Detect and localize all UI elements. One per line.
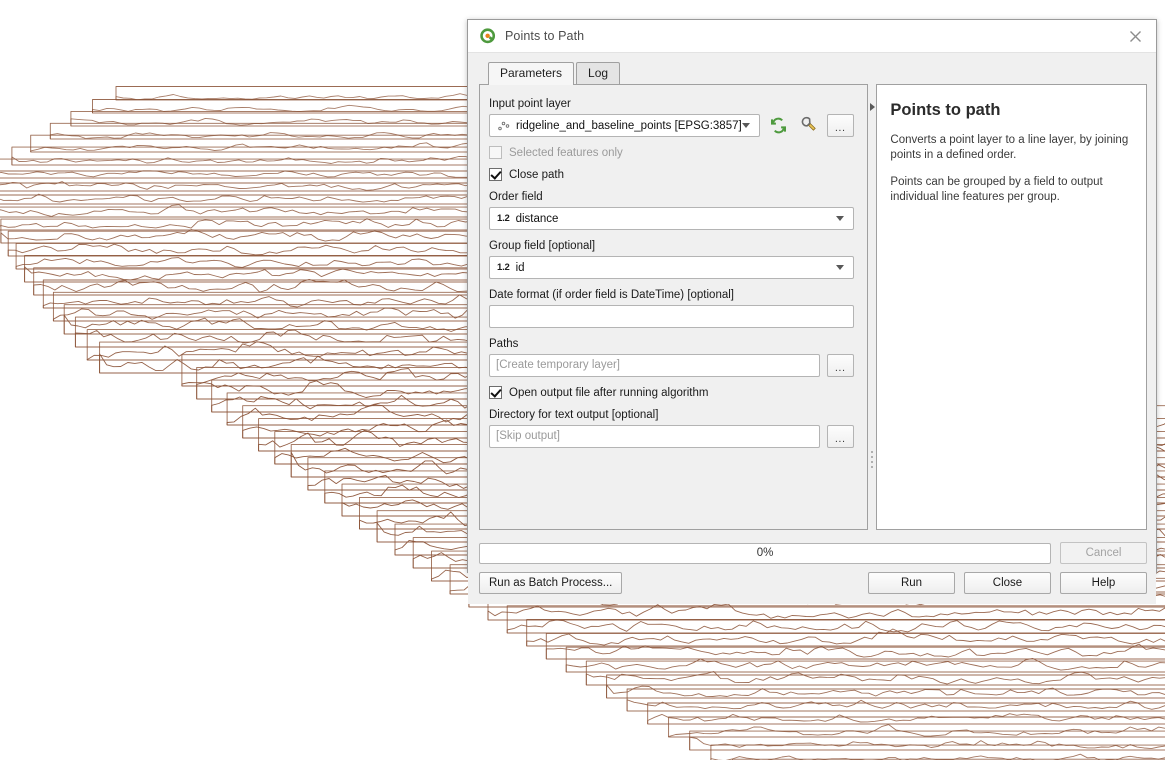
ridgeline-path	[689, 736, 1165, 751]
order-field-value: distance	[515, 212, 559, 225]
chevron-down-icon	[741, 123, 750, 128]
text-output-browse-label: ...	[834, 433, 846, 445]
paths-output-input[interactable]: [Create temporary layer]	[489, 354, 820, 377]
row-open-output-file: Open output file after running algorithm	[489, 386, 854, 399]
help-paragraph-2: Points can be grouped by a field to outp…	[890, 176, 1103, 203]
close-button[interactable]	[1114, 20, 1156, 52]
text-output-directory-input[interactable]: [Skip output]	[489, 425, 820, 448]
ridgeline-path	[606, 684, 1165, 699]
row-selected-features-only: Selected features only	[489, 146, 854, 159]
tab-log[interactable]: Log	[576, 62, 621, 84]
group-field-combo[interactable]: 1.2 id	[489, 256, 854, 279]
closed-path-frame	[585, 660, 1165, 685]
input-point-layer-value: ridgeline_and_baseline_points [EPSG:3857…	[516, 119, 742, 132]
help-title: Points to path	[890, 101, 1001, 119]
ridgeline-path	[487, 603, 1165, 621]
progress-row: 0% Cancel	[479, 542, 1147, 564]
tab-bar: Parameters Log	[488, 62, 868, 85]
run-as-batch-process-button[interactable]: Run as Batch Process...	[479, 572, 623, 594]
row-paths: [Create temporary layer] ...	[489, 354, 854, 377]
input-point-layer-combo[interactable]: ridgeline_and_baseline_points [EPSG:3857…	[489, 114, 760, 137]
screen: Points to Path Parameters Log Input poin…	[0, 0, 1165, 760]
panel-splitter[interactable]	[868, 63, 877, 530]
selected-features-only-label: Selected features only	[509, 146, 623, 159]
iterate-refresh-icon	[770, 117, 786, 134]
chevron-down-icon	[835, 216, 844, 221]
ridgeline-path	[526, 628, 1165, 647]
input-layer-browse-label: ...	[834, 122, 846, 134]
numeric-field-type-icon: 1.2	[497, 213, 510, 224]
dialog-footer: 0% Cancel Run as Batch Process... Run Cl…	[468, 530, 1156, 604]
algorithm-help-panel: Points to path Converts a point layer to…	[876, 84, 1147, 530]
input-layer-browse-button[interactable]: ...	[826, 114, 854, 137]
splitter-grip[interactable]	[871, 451, 874, 468]
dialog-titlebar: Points to Path	[468, 20, 1156, 53]
closed-path-frame	[689, 730, 1165, 750]
order-field-combo[interactable]: 1.2 distance	[489, 207, 854, 230]
close-path-checkbox[interactable]	[489, 168, 502, 181]
close-path-label: Close path	[509, 168, 564, 181]
close-dialog-button[interactable]: Close	[964, 572, 1051, 594]
ridgeline-path	[626, 699, 1165, 712]
label-date-format: Date format (if order field is DateTime)…	[489, 289, 734, 301]
numeric-field-type-icon: 1.2	[497, 262, 510, 273]
splitter-collapse-arrow-icon[interactable]	[869, 103, 875, 111]
row-group-field: 1.2 id	[489, 256, 854, 279]
help-paragraph-1: Converts a point layer to a line layer, …	[890, 134, 1129, 161]
ridgeline-path	[565, 657, 1165, 673]
tab-parameters[interactable]: Parameters	[488, 62, 575, 85]
paths-browse-button[interactable]: ...	[826, 354, 854, 377]
parameters-column: Parameters Log Input point layer ridgeli…	[479, 62, 868, 530]
label-paths: Paths	[489, 338, 519, 350]
text-output-browse-button[interactable]: ...	[826, 425, 854, 448]
row-order-field: 1.2 distance	[489, 207, 854, 230]
row-input-point-layer: ridgeline_and_baseline_points [EPSG:3857…	[489, 114, 854, 137]
row-close-path: Close path	[489, 168, 854, 181]
qgis-logo-icon	[480, 27, 496, 43]
dialog-upper-area: Parameters Log Input point layer ridgeli…	[468, 53, 1156, 530]
date-format-input[interactable]	[489, 305, 854, 328]
ridgeline-path	[585, 671, 1165, 686]
row-date-format	[489, 305, 854, 328]
dialog-title: Points to Path	[505, 29, 585, 43]
wrench-icon	[801, 116, 816, 131]
label-text-output-directory: Directory for text output [optional]	[489, 409, 659, 421]
run-button[interactable]: Run	[868, 572, 955, 594]
ridgeline-path	[506, 619, 1165, 634]
row-text-output-directory: [Skip output] ...	[489, 425, 854, 448]
point-layer-icon	[498, 121, 510, 131]
selected-features-only-checkbox[interactable]	[489, 146, 502, 159]
close-icon	[1129, 30, 1141, 42]
group-field-value: id	[515, 261, 525, 274]
advanced-options-button[interactable]	[797, 114, 820, 137]
dialog-body: Parameters Log Input point layer ridgeli…	[468, 53, 1156, 604]
label-group-field: Group field [optional]	[489, 240, 596, 252]
paths-browse-label: ...	[834, 362, 846, 374]
ridgeline-path	[647, 713, 1165, 725]
progress-bar: 0%	[479, 542, 1051, 564]
iterate-over-features-button[interactable]	[767, 114, 790, 137]
help-button[interactable]: Help	[1060, 572, 1147, 594]
parameters-panel: Input point layer ridgeline_and_baseline…	[479, 84, 868, 530]
cancel-button[interactable]: Cancel	[1060, 542, 1147, 564]
open-output-file-checkbox[interactable]	[489, 386, 502, 399]
label-order-field: Order field	[489, 191, 543, 203]
chevron-down-icon	[835, 265, 844, 270]
footer-buttons-row: Run as Batch Process... Run Close Help	[479, 572, 1147, 594]
points-to-path-dialog: Points to Path Parameters Log Input poin…	[467, 19, 1157, 604]
progress-label: 0%	[756, 547, 774, 559]
open-output-file-label: Open output file after running algorithm	[509, 386, 709, 399]
label-input-point-layer: Input point layer	[489, 98, 571, 110]
